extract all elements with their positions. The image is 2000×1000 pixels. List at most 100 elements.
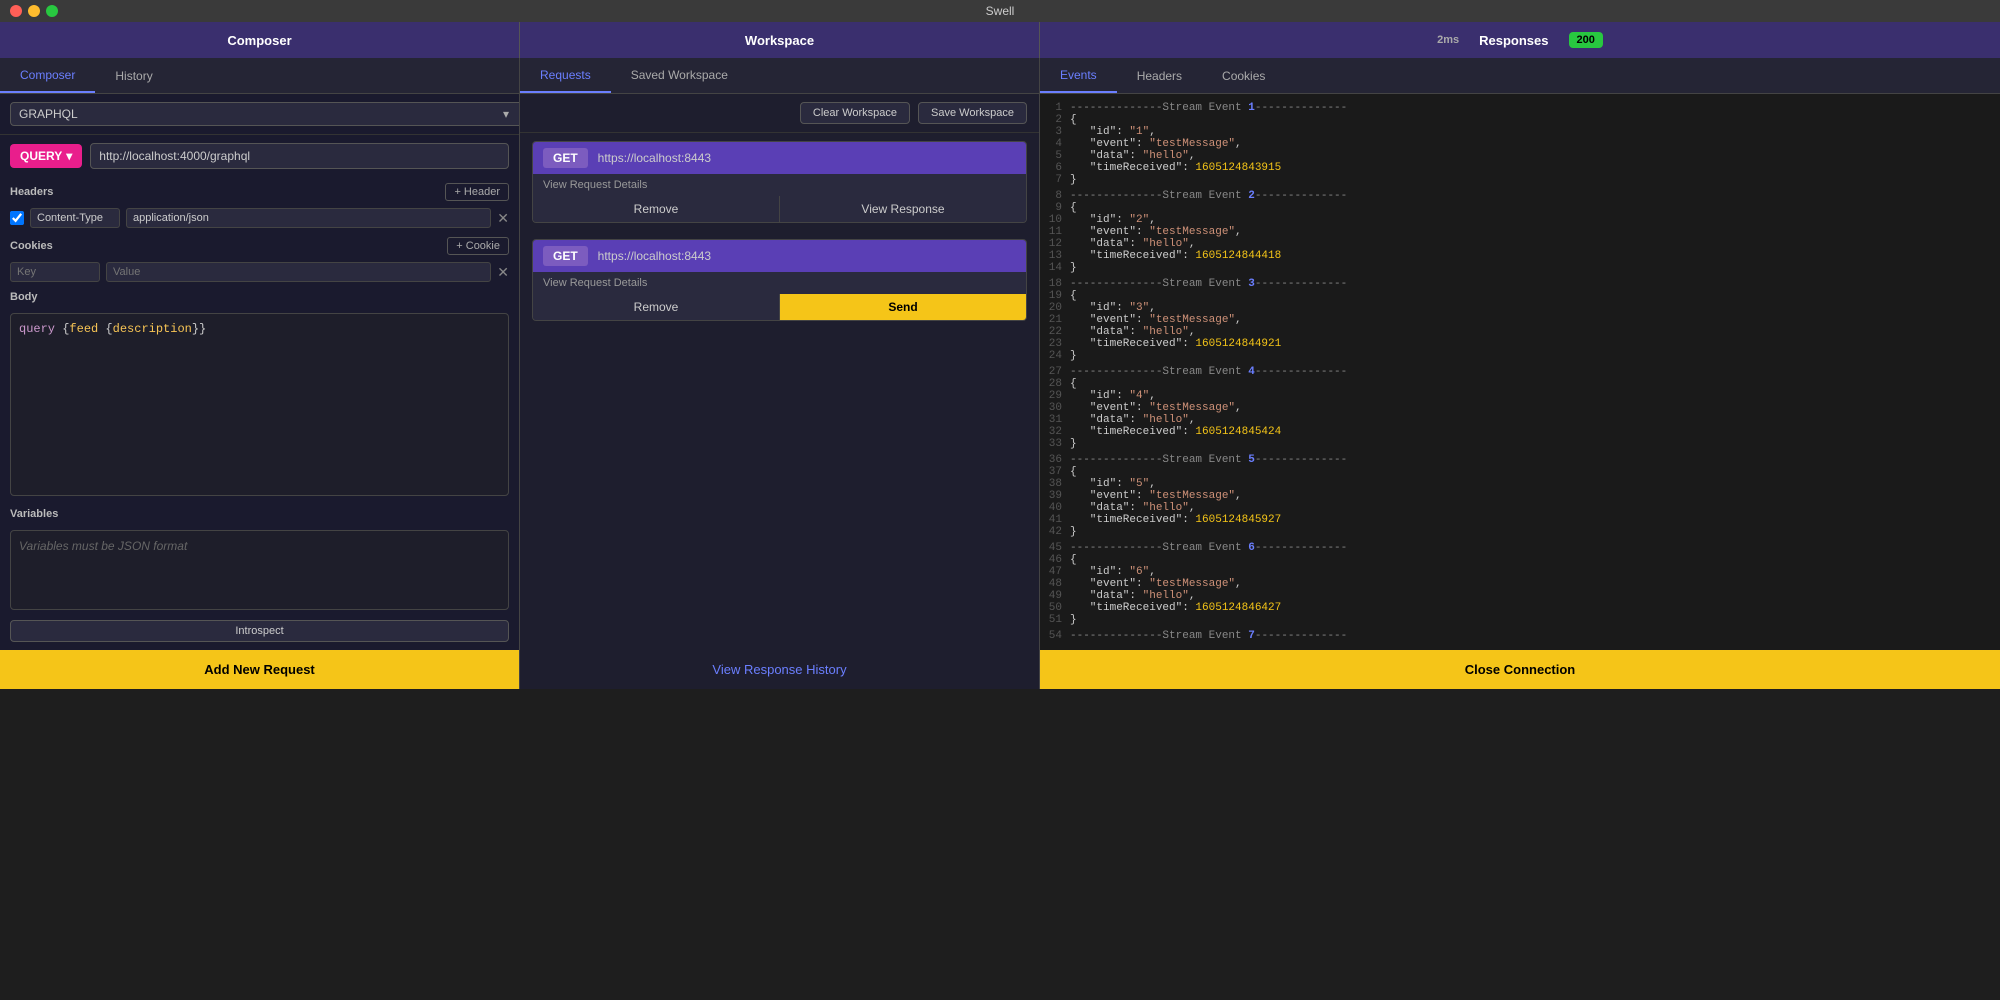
- request-card-2: GET https://localhost:8443 View Request …: [532, 239, 1027, 321]
- event-3-id: 20 "id": "3",: [1040, 302, 2000, 314]
- event-7-header: 54--------------Stream Event 7----------…: [1040, 630, 2000, 642]
- cookie-value-input[interactable]: [106, 262, 491, 282]
- variables-section-label: Variables: [0, 502, 519, 524]
- tab-composer[interactable]: Composer: [0, 58, 95, 93]
- query-row: QUERY ▾: [0, 135, 519, 177]
- header-key-input[interactable]: [30, 208, 120, 228]
- close-connection-button[interactable]: Close Connection: [1040, 650, 2000, 689]
- send-request-2[interactable]: Send: [780, 294, 1026, 320]
- column-headers: Composer Workspace 2ms Responses 200: [0, 22, 2000, 58]
- view-request-details-1[interactable]: View Request Details: [533, 174, 1026, 196]
- body-editor[interactable]: query {feed {description}}: [10, 313, 509, 496]
- event-2-close: 14}: [1040, 262, 2000, 274]
- event-6-header: 45--------------Stream Event 6----------…: [1040, 542, 2000, 554]
- view-response-1[interactable]: View Response: [780, 196, 1026, 222]
- composer-column-header: Composer: [0, 22, 520, 58]
- tab-headers[interactable]: Headers: [1117, 58, 1202, 93]
- app-title: Swell: [986, 4, 1015, 18]
- request-card-1: GET https://localhost:8443 View Request …: [532, 141, 1027, 223]
- add-request-button[interactable]: Add New Request: [0, 650, 519, 689]
- event-4-open: 28{: [1040, 378, 2000, 390]
- composer-panel: Composer History GRAPHQL ▾ QUERY ▾ Heade…: [0, 58, 520, 689]
- request-card-2-header: GET https://localhost:8443: [533, 240, 1026, 272]
- event-4-id: 29 "id": "4",: [1040, 390, 2000, 402]
- tab-saved-workspace[interactable]: Saved Workspace: [611, 58, 748, 93]
- add-header-button[interactable]: + Header: [445, 183, 509, 201]
- tab-events[interactable]: Events: [1040, 58, 1117, 93]
- add-cookie-button[interactable]: + Cookie: [447, 237, 509, 255]
- request-actions-1: Remove View Response: [533, 196, 1026, 222]
- event-3-header: 18--------------Stream Event 3----------…: [1040, 278, 2000, 290]
- event-5-data: 40 "data": "hello",: [1040, 502, 2000, 514]
- event-5-open: 37{: [1040, 466, 2000, 478]
- responses-tab-bar: Events Headers Cookies: [1040, 58, 2000, 94]
- graphql-row: GRAPHQL ▾: [0, 94, 519, 135]
- clear-workspace-button[interactable]: Clear Workspace: [800, 102, 910, 124]
- remove-header-button[interactable]: ✕: [497, 210, 509, 227]
- event-6-close: 51}: [1040, 614, 2000, 626]
- tab-cookies[interactable]: Cookies: [1202, 58, 1285, 93]
- event-2-header: 8--------------Stream Event 2-----------…: [1040, 190, 2000, 202]
- workspace-tab-bar: Requests Saved Workspace: [520, 58, 1039, 94]
- event-2-time-received: 13 "timeReceived": 1605124844418: [1040, 250, 2000, 262]
- event-5-header: 36--------------Stream Event 5----------…: [1040, 454, 2000, 466]
- remove-request-1[interactable]: Remove: [533, 196, 780, 222]
- tab-requests[interactable]: Requests: [520, 58, 611, 93]
- event-3-data: 22 "data": "hello",: [1040, 326, 2000, 338]
- body-section-label: Body: [0, 285, 519, 307]
- remove-cookie-button[interactable]: ✕: [497, 264, 509, 281]
- composer-tab-bar: Composer History: [0, 58, 519, 94]
- status-badge: 200: [1569, 32, 1603, 48]
- titlebar: Swell: [0, 0, 2000, 22]
- workspace-toolbar: Clear Workspace Save Workspace: [520, 94, 1039, 133]
- event-3-event: 21 "event": "testMessage",: [1040, 314, 2000, 326]
- event-6-time-received: 50 "timeReceived": 1605124846427: [1040, 602, 2000, 614]
- event-1-header: 1--------------Stream Event 1-----------…: [1040, 102, 2000, 114]
- event-4-header: 27--------------Stream Event 4----------…: [1040, 366, 2000, 378]
- cookie-key-input[interactable]: [10, 262, 100, 282]
- chevron-down-icon: ▾: [66, 149, 72, 163]
- event-5-time-received: 41 "timeReceived": 1605124845927: [1040, 514, 2000, 526]
- save-workspace-button[interactable]: Save Workspace: [918, 102, 1027, 124]
- event-1-id: 3 "id": "1",: [1040, 126, 2000, 138]
- method-tag-1: GET: [543, 148, 588, 168]
- event-5-event: 39 "event": "testMessage",: [1040, 490, 2000, 502]
- event-6-id: 47 "id": "6",: [1040, 566, 2000, 578]
- event-6-open: 46{: [1040, 554, 2000, 566]
- remove-request-2[interactable]: Remove: [533, 294, 780, 320]
- tab-history[interactable]: History: [95, 58, 172, 93]
- introspect-button[interactable]: Introspect: [10, 620, 509, 642]
- event-4-close: 33}: [1040, 438, 2000, 450]
- response-ms: 2ms: [1437, 34, 1459, 46]
- event-6-data: 49 "data": "hello",: [1040, 590, 2000, 602]
- request-url-2: https://localhost:8443: [598, 249, 711, 263]
- header-value-input[interactable]: [126, 208, 491, 228]
- view-response-history-button[interactable]: View Response History: [520, 650, 1039, 689]
- minimize-traffic-light[interactable]: [28, 5, 40, 17]
- graphql-select[interactable]: GRAPHQL: [10, 102, 520, 126]
- event-5-close: 42}: [1040, 526, 2000, 538]
- event-4-data: 31 "data": "hello",: [1040, 414, 2000, 426]
- event-3-open: 19{: [1040, 290, 2000, 302]
- request-card-1-header: GET https://localhost:8443: [533, 142, 1026, 174]
- workspace-column-header: Workspace: [520, 22, 1040, 58]
- variables-editor[interactable]: Variables must be JSON format: [10, 530, 509, 610]
- header-checkbox[interactable]: [10, 211, 24, 225]
- event-3-time-received: 23 "timeReceived": 1605124844921: [1040, 338, 2000, 350]
- traffic-lights: [10, 5, 58, 17]
- cookie-row: ✕: [0, 259, 519, 285]
- method-button[interactable]: QUERY ▾: [10, 144, 82, 168]
- event-1-data: 5 "data": "hello",: [1040, 150, 2000, 162]
- event-2-open: 9{: [1040, 202, 2000, 214]
- event-1-time-received: 6 "timeReceived": 1605124843915: [1040, 162, 2000, 174]
- workspace-panel: Requests Saved Workspace Clear Workspace…: [520, 58, 1040, 689]
- maximize-traffic-light[interactable]: [46, 5, 58, 17]
- event-1-open: 2{: [1040, 114, 2000, 126]
- event-6-event: 48 "event": "testMessage",: [1040, 578, 2000, 590]
- view-request-details-2[interactable]: View Request Details: [533, 272, 1026, 294]
- responses-panel: Events Headers Cookies 1--------------St…: [1040, 58, 2000, 689]
- event-2-event: 11 "event": "testMessage",: [1040, 226, 2000, 238]
- event-4-event: 30 "event": "testMessage",: [1040, 402, 2000, 414]
- url-input[interactable]: [90, 143, 509, 169]
- close-traffic-light[interactable]: [10, 5, 22, 17]
